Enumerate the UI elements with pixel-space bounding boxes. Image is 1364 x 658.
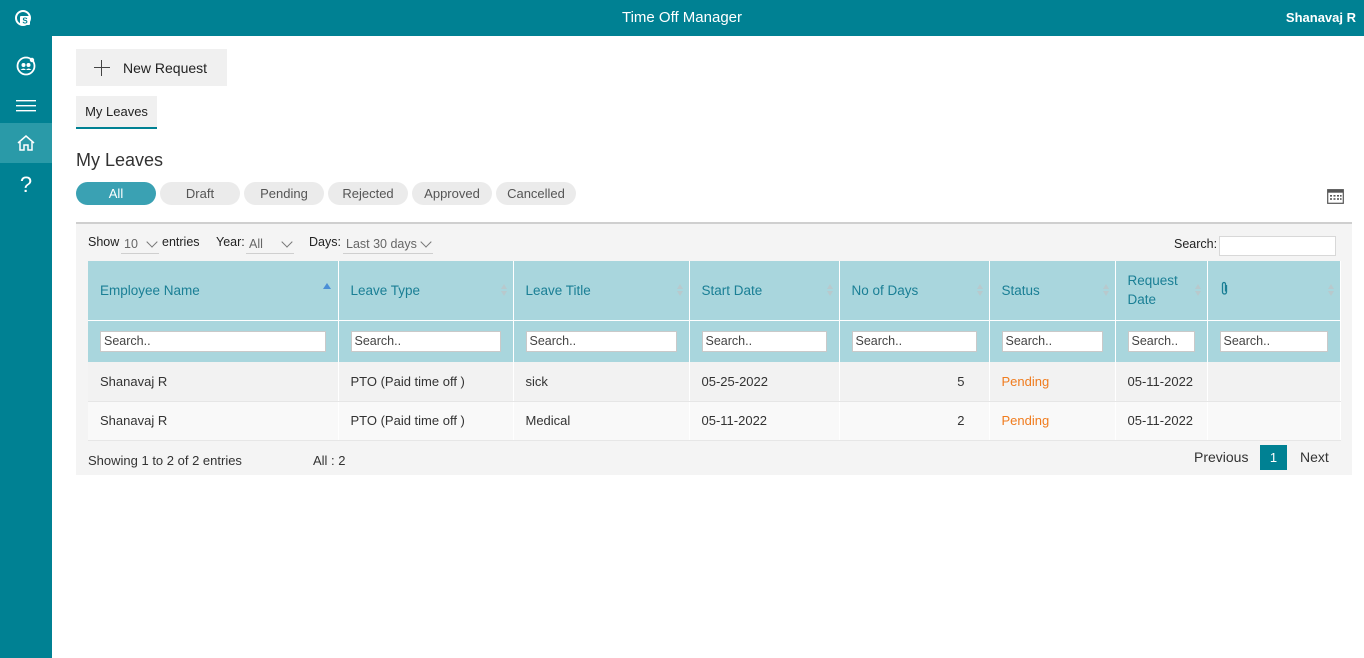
days-label: Days: [309, 235, 341, 249]
show-entries-select[interactable]: 10 [121, 234, 159, 254]
filter-draft[interactable]: Draft [160, 182, 240, 205]
sort-icon [1194, 284, 1202, 297]
entries-label: entries [162, 235, 200, 249]
column-header-attachment[interactable] [1207, 261, 1341, 320]
attachment-cell [1207, 401, 1341, 441]
no-of-days-search-input[interactable] [851, 330, 977, 352]
chevron-down-icon [281, 236, 293, 248]
no-of-days-cell: 2 [839, 401, 990, 441]
sort-icon [1327, 284, 1335, 297]
leave-title-cell: Medical [513, 401, 690, 441]
status-search-input[interactable] [1001, 330, 1103, 352]
menu-button[interactable] [0, 86, 52, 126]
start-date-cell: 05-11-2022 [689, 401, 840, 441]
calendar-icon[interactable] [1327, 188, 1344, 204]
leaves-table: Employee Name Leave Type Leave Title Sta… [88, 261, 1341, 441]
help-icon: ? [19, 172, 33, 197]
column-header-leave-type[interactable]: Leave Type [338, 261, 514, 320]
table-info: Showing 1 to 2 of 2 entries [88, 453, 242, 468]
year-label: Year: [216, 235, 245, 249]
start-date-search-input[interactable] [701, 330, 827, 352]
year-value: All [249, 236, 263, 251]
filter-approved[interactable]: Approved [412, 182, 492, 205]
sort-icon [976, 284, 984, 297]
home-button[interactable] [0, 123, 52, 163]
new-request-label: New Request [123, 59, 208, 76]
previous-page-button[interactable]: Previous [1194, 449, 1248, 465]
employee-name-cell: Shanavaj R [88, 362, 339, 402]
sort-icon [676, 284, 684, 297]
leave-title-cell: sick [513, 362, 690, 402]
column-header-start-date[interactable]: Start Date [689, 261, 840, 320]
request-date-cell: 05-11-2022 [1115, 401, 1208, 441]
page-1-button[interactable]: 1 [1260, 445, 1287, 470]
total-count: All : 2 [313, 453, 346, 468]
home-icon [17, 135, 35, 151]
sort-icon [500, 284, 508, 297]
help-button[interactable]: ? [0, 165, 52, 205]
leave-type-cell: PTO (Paid time off ) [338, 362, 514, 402]
app-title: Time Off Manager [621, 9, 743, 26]
search-label: Search: [1174, 237, 1218, 251]
sort-icon [1102, 284, 1110, 297]
column-header-leave-title[interactable]: Leave Title [513, 261, 690, 320]
leave-type-cell: PTO (Paid time off ) [338, 401, 514, 441]
user-name[interactable]: Shanavaj R [1286, 10, 1356, 25]
next-page-button[interactable]: Next [1300, 449, 1329, 465]
table-row[interactable]: Shanavaj R PTO (Paid time off ) Medical … [88, 401, 1341, 441]
start-date-cell: 05-25-2022 [689, 362, 840, 402]
app-logo-button[interactable] [0, 46, 52, 86]
filter-all[interactable]: All [76, 182, 156, 205]
app-logo-icon [16, 56, 36, 76]
employee-name-search-input[interactable] [100, 330, 326, 352]
request-date-search-input[interactable] [1127, 330, 1195, 352]
status-cell: Pending [989, 401, 1116, 441]
attachment-icon [1221, 282, 1227, 295]
sort-icon [826, 284, 834, 297]
leaves-panel: Show 10 entries Year: All Days: Last 30 … [76, 222, 1352, 475]
plus-icon [94, 59, 110, 76]
chevron-down-icon [420, 236, 432, 248]
attachment-cell [1207, 362, 1341, 402]
request-date-cell: 05-11-2022 [1115, 362, 1208, 402]
menu-icon [16, 100, 36, 112]
year-select[interactable]: All [246, 234, 294, 254]
status-cell: Pending [989, 362, 1116, 402]
leave-type-search-input[interactable] [350, 330, 501, 352]
table-search-input[interactable] [1219, 236, 1336, 256]
leave-title-search-input[interactable] [525, 330, 677, 352]
column-header-employee-name[interactable]: Employee Name [88, 261, 339, 320]
filter-pending[interactable]: Pending [244, 182, 324, 205]
filter-rejected[interactable]: Rejected [328, 182, 408, 205]
show-label: Show [88, 235, 120, 249]
table-row[interactable]: Shanavaj R PTO (Paid time off ) sick 05-… [88, 362, 1341, 402]
left-rail: ? [0, 36, 52, 658]
sort-asc-icon [322, 283, 331, 289]
column-header-no-of-days[interactable]: No of Days [839, 261, 990, 320]
employee-name-cell: Shanavaj R [88, 401, 339, 441]
attachment-search-input[interactable] [1219, 330, 1328, 352]
days-select[interactable]: Last 30 days [343, 234, 433, 254]
top-bar: S Time Off Manager Shanavaj R [0, 0, 1364, 36]
column-header-request-date[interactable]: Request Date [1115, 261, 1208, 320]
filter-cancelled[interactable]: Cancelled [496, 182, 576, 205]
tab-my-leaves[interactable]: My Leaves [76, 96, 157, 129]
chevron-down-icon [146, 236, 158, 248]
section-title: My Leaves [76, 150, 164, 170]
days-value: Last 30 days [346, 236, 417, 251]
no-of-days-cell: 5 [839, 362, 990, 402]
show-entries-value: 10 [124, 236, 138, 251]
new-request-button[interactable]: New Request [76, 49, 227, 86]
column-header-status[interactable]: Status [989, 261, 1116, 320]
